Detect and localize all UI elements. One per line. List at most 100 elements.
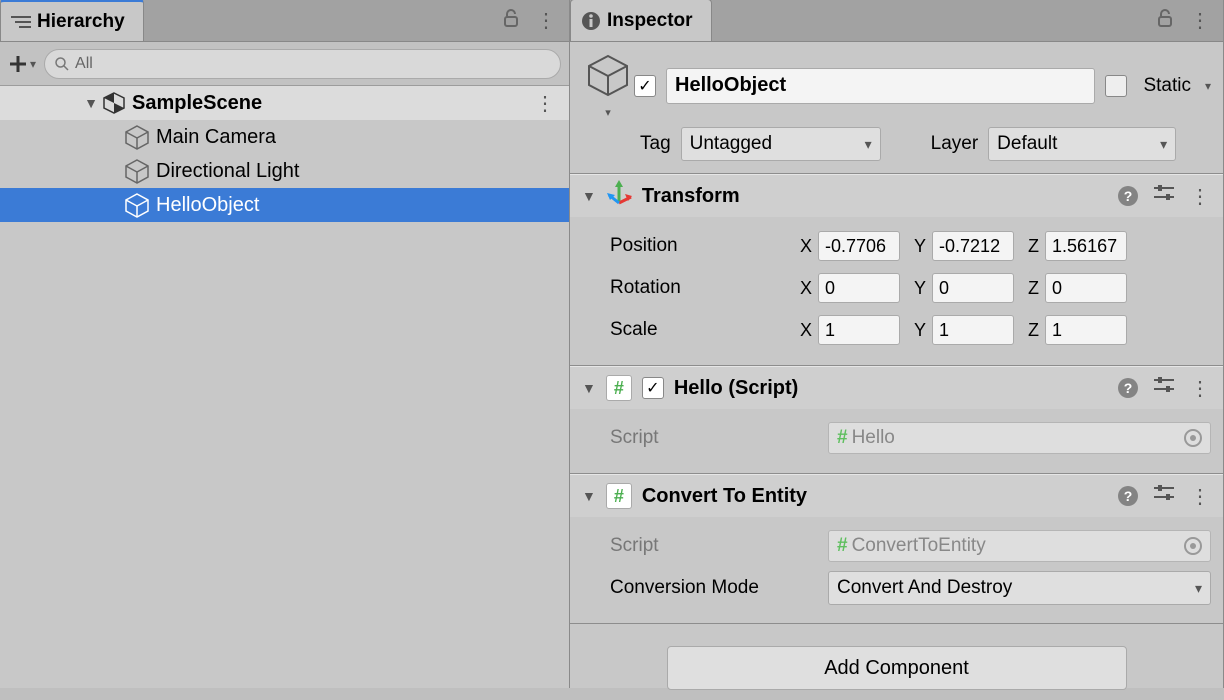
convert-to-entity-component: ▼ # Convert To Entity ? ⋮ Script [570,474,1223,624]
unity-logo-icon [102,91,126,115]
preset-icon[interactable] [1154,184,1174,208]
script-object-field[interactable]: # Hello [828,422,1211,454]
script-row: Script # Hello [610,417,1211,459]
hierarchy-item-selected[interactable]: HelloObject [0,188,569,222]
component-menu-icon[interactable]: ⋮ [1190,184,1211,209]
rotation-z-input[interactable] [1045,273,1127,303]
script-icon: # [606,483,632,509]
gameobject-icon [124,158,150,184]
hierarchy-item-label: Directional Light [156,160,299,183]
foldout-icon[interactable]: ▼ [582,380,596,396]
hierarchy-panel: Hierarchy ⋮ ▾ All ▼ [0,0,570,688]
component-header[interactable]: ▼ # ✓ Hello (Script) ? ⋮ [570,367,1223,409]
component-header[interactable]: ▼ Transform ? ⋮ [570,175,1223,217]
inspector-tabbar: Inspector ⋮ [570,0,1223,42]
hierarchy-toolbar: ▾ All [0,42,569,86]
rotation-row: Rotation X Y Z [610,267,1211,309]
script-label: Script [610,427,820,449]
scene-menu-icon[interactable]: ⋮ [535,91,555,116]
component-title: Hello (Script) [674,377,798,400]
component-enabled-checkbox[interactable]: ✓ [642,377,664,399]
layer-dropdown[interactable]: Default [988,127,1176,161]
foldout-icon[interactable]: ▼ [582,188,596,204]
preset-icon[interactable] [1154,376,1174,400]
layer-label: Layer [931,133,979,155]
search-placeholder: All [75,55,93,73]
scale-y-input[interactable] [932,315,1014,345]
scale-z-input[interactable] [1045,315,1127,345]
scale-label: Scale [610,319,800,341]
script-icon: # [606,375,632,401]
conversion-mode-row: Conversion Mode Convert And Destroy [610,567,1211,609]
scale-x-input[interactable] [818,315,900,345]
inspector-tab[interactable]: Inspector [570,0,712,41]
inspector-tab-label: Inspector [607,10,693,32]
component-menu-icon[interactable]: ⋮ [1190,484,1211,509]
lock-icon[interactable] [1156,9,1174,32]
hierarchy-tab-label: Hierarchy [37,11,125,33]
rotation-y-input[interactable] [932,273,1014,303]
help-icon[interactable]: ? [1118,186,1138,206]
static-label: Static [1143,75,1191,97]
scene-name: SampleScene [132,92,262,115]
static-checkbox[interactable] [1105,75,1127,97]
tag-label: Tag [640,133,671,155]
help-icon[interactable]: ? [1118,378,1138,398]
object-picker-icon[interactable] [1184,429,1202,447]
foldout-icon[interactable]: ▼ [582,488,596,504]
gameobject-header: ▾ ✓ HelloObject Static ▾ [570,42,1223,123]
transform-component: ▼ Transform ? ⋮ Position [570,174,1223,366]
script-object-field[interactable]: # ConvertToEntity [828,530,1211,562]
conversion-mode-dropdown[interactable]: Convert And Destroy [828,571,1211,605]
gameobject-name-field[interactable]: HelloObject [666,68,1095,104]
hello-script-component: ▼ # ✓ Hello (Script) ? ⋮ Script [570,366,1223,474]
search-icon [55,57,69,71]
hash-icon: # [837,427,848,449]
panel-menu-icon[interactable]: ⋮ [1190,8,1211,33]
tag-layer-row: Tag Untagged Layer Default [570,123,1223,174]
hierarchy-tab[interactable]: Hierarchy [0,0,144,41]
component-title: Transform [642,185,740,208]
foldout-icon[interactable]: ▼ [80,95,102,111]
static-dropdown-icon[interactable]: ▾ [1205,79,1211,93]
add-component-button[interactable]: Add Component [667,646,1127,690]
component-header[interactable]: ▼ # Convert To Entity ? ⋮ [570,475,1223,517]
script-label: Script [610,535,820,557]
rotation-label: Rotation [610,277,800,299]
hash-icon: # [837,535,848,557]
script-row: Script # ConvertToEntity [610,525,1211,567]
component-menu-icon[interactable]: ⋮ [1190,376,1211,401]
hierarchy-item-label: Main Camera [156,126,276,149]
icon-dropdown-icon[interactable]: ▾ [605,106,611,119]
hierarchy-tabbar: Hierarchy ⋮ [0,0,569,42]
position-row: Position X Y Z [610,225,1211,267]
position-x-input[interactable] [818,231,900,261]
inspector-panel: Inspector ⋮ ▾ ✓ [570,0,1224,688]
gameobject-icon [124,192,150,218]
panel-menu-icon[interactable]: ⋮ [536,8,557,33]
gameobject-icon [124,124,150,150]
lock-icon[interactable] [502,9,520,32]
help-icon[interactable]: ? [1118,486,1138,506]
transform-icon [606,180,632,212]
hierarchy-item[interactable]: Directional Light [0,154,569,188]
hierarchy-item-label: HelloObject [156,194,259,217]
info-icon [581,11,601,31]
object-picker-icon[interactable] [1184,537,1202,555]
scene-row[interactable]: ▼ SampleScene ⋮ [0,86,569,120]
tag-dropdown[interactable]: Untagged [681,127,881,161]
component-title: Convert To Entity [642,485,807,508]
hierarchy-tab-icon [11,14,31,30]
position-z-input[interactable] [1045,231,1127,261]
gameobject-big-icon[interactable] [585,52,631,104]
preset-icon[interactable] [1154,484,1174,508]
scale-row: Scale X Y Z [610,309,1211,351]
conversion-mode-label: Conversion Mode [610,577,820,599]
active-checkbox[interactable]: ✓ [634,75,656,97]
create-button[interactable]: ▾ [8,54,36,74]
hierarchy-item[interactable]: Main Camera [0,120,569,154]
position-label: Position [610,235,800,257]
search-input[interactable]: All [44,49,561,79]
rotation-x-input[interactable] [818,273,900,303]
position-y-input[interactable] [932,231,1014,261]
